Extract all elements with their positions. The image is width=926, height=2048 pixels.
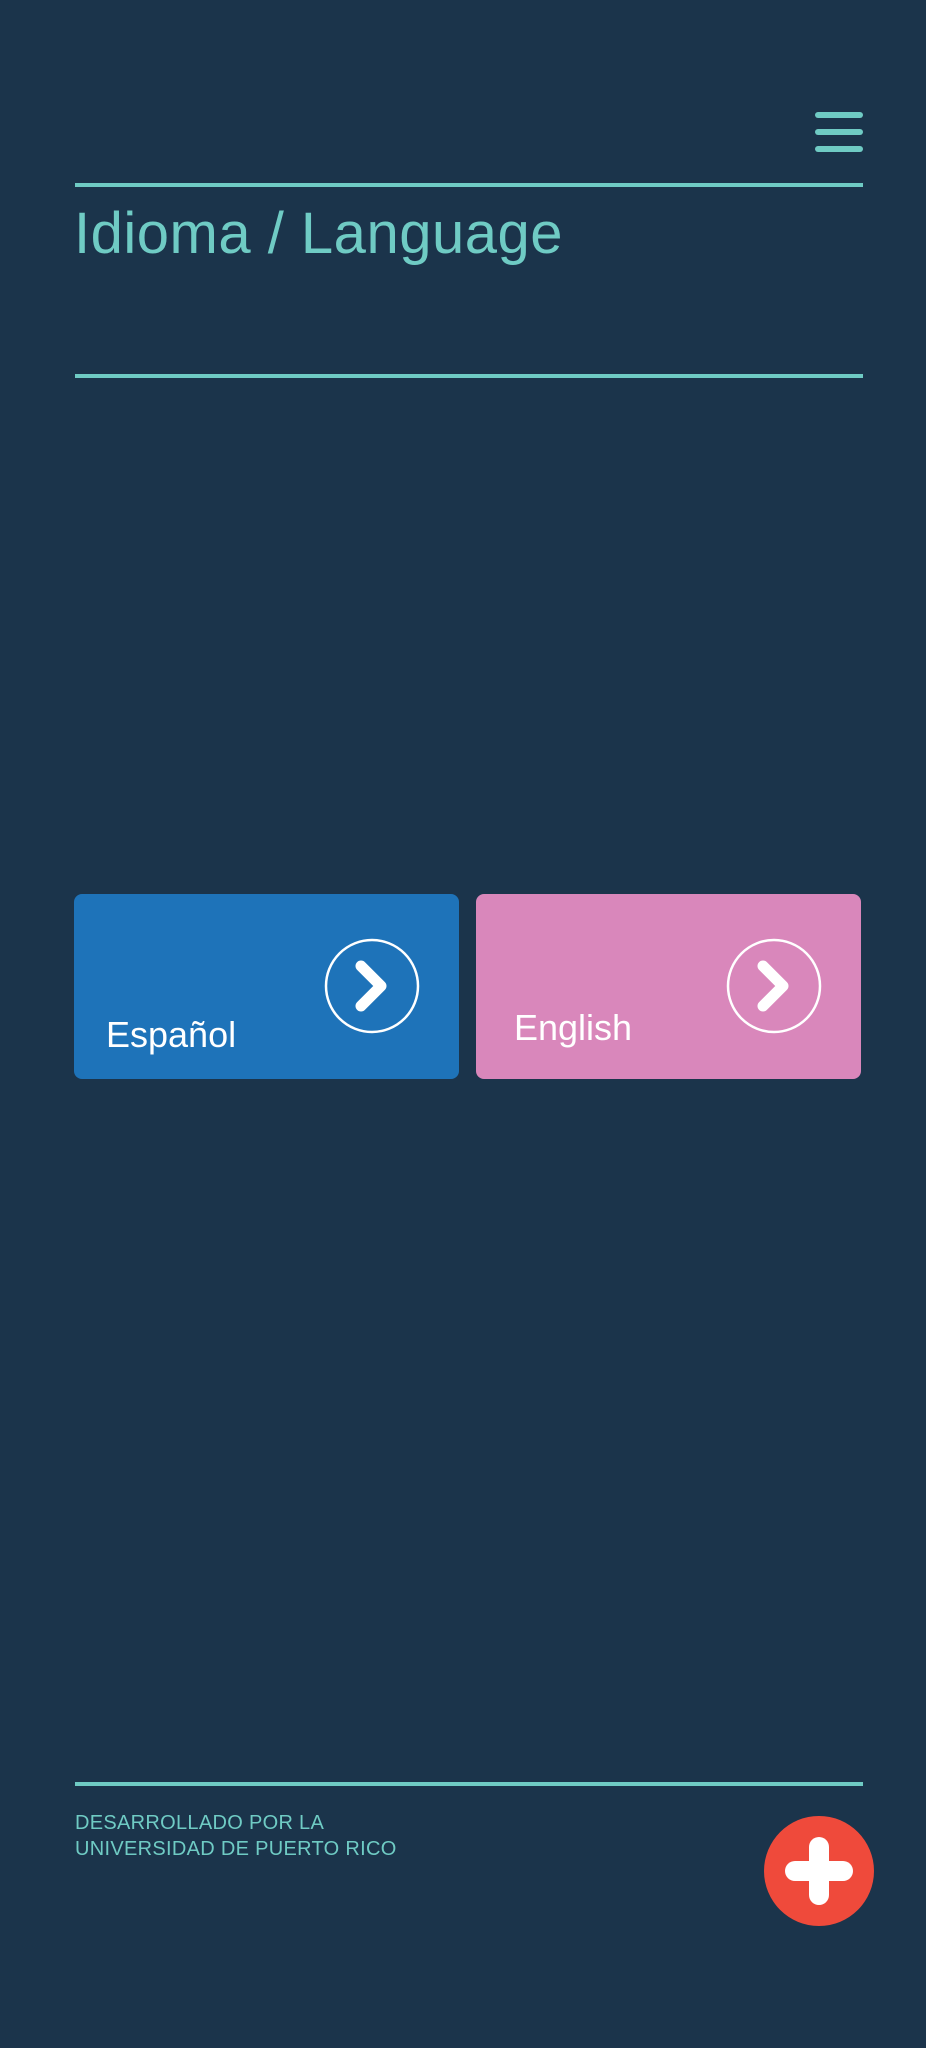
language-option-espanol[interactable]: Español (74, 894, 459, 1079)
menu-button[interactable] (815, 110, 863, 156)
plus-icon (785, 1837, 853, 1905)
footer-credit-line: UNIVERSIDAD DE PUERTO RICO (75, 1838, 397, 1860)
language-option-english[interactable]: English (476, 894, 861, 1079)
language-option-label: English (514, 1007, 633, 1048)
hamburger-menu-icon-bar (815, 112, 863, 118)
footer-credit: DESARROLLADO POR LA UNIVERSIDAD DE PUERT… (75, 1810, 397, 1862)
chevron-right-circle-icon (726, 938, 822, 1034)
page-title: Idioma / Language (74, 201, 563, 266)
add-button[interactable] (764, 1816, 874, 1926)
language-option-label: Español (106, 1014, 237, 1055)
hamburger-menu-icon-bar (815, 129, 863, 135)
chevron-right-circle-icon (324, 938, 420, 1034)
header-divider-top (75, 183, 863, 187)
footer-credit-line: DESARROLLADO POR LA (75, 1812, 325, 1834)
footer-divider (75, 1782, 863, 1786)
hamburger-menu-icon-bar (815, 146, 863, 152)
header-divider-bottom (75, 374, 863, 378)
